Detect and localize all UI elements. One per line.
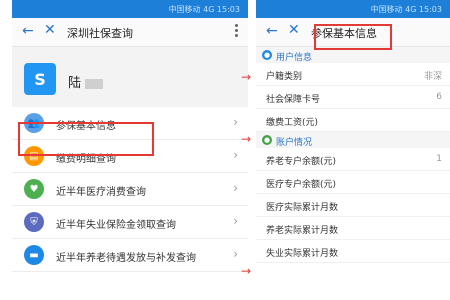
chevron-right-icon: › [233,148,238,162]
highlight-box [314,24,392,50]
row-value: 1 [436,154,442,164]
section-title: 用户信息 [276,53,313,63]
row-label: 医疗实际累计月数 [266,203,339,213]
row-label: 养老专户余额(元) [266,157,337,167]
info-row: 缴费工资(元) [256,109,450,132]
row-label: 失业实际累计月数 [266,249,339,259]
more-menu-icon[interactable] [235,24,238,38]
list-item-label: 近半年养老待遇发放与补发查询 [56,253,196,264]
row-label: 社会保障卡号 [266,95,321,105]
shield-icon: ⛨ [24,212,44,232]
row-label: 户籍类别 [266,72,303,82]
info-row: 户籍类别 非深 [256,63,450,86]
profile-header: S 陆 [12,47,248,107]
info-row: 养老实际累计月数 [256,217,450,240]
info-row: 社会保障卡号 6 [256,86,450,109]
list-item-label: 近半年医疗消费查询 [56,187,146,198]
row-value: 非深 [423,72,442,82]
close-icon[interactable]: ✕ [44,22,56,38]
chevron-right-icon: › [233,181,238,195]
highlight-box [18,122,154,156]
list-item-unemployment[interactable]: ⛨ 近半年失业保险金领取查询 › [12,206,248,239]
social-security-logo-icon: S [24,63,56,95]
user-icon: ● [262,50,272,60]
info-row: 失业实际累计月数 [256,240,450,263]
row-label: 医疗专户余额(元) [266,180,337,190]
list-item-medical-consumption[interactable]: ♥ 近半年医疗消费查询 › [12,173,248,206]
row-value: 6 [436,92,442,102]
status-bar: 中国移动 4G 15:03 [256,0,450,18]
section-account: ● 账户情况 [256,132,450,148]
chevron-right-icon: › [233,247,238,261]
info-row: 医疗专户余额(元) [256,171,450,194]
heart-icon: ♥ [24,179,44,199]
chevron-right-icon: › [233,214,238,228]
status-text: 中国移动 4G 15:03 [370,5,442,14]
chevron-right-icon: › [233,115,238,129]
redaction-block [85,78,104,89]
list-item-pension[interactable]: ▬ 近半年养老待遇发放与补发查询 › [12,239,248,272]
arrow-right-icon: → [241,132,252,146]
section-title: 账户情况 [276,138,313,148]
arrow-right-icon: → [241,264,252,278]
bus-icon: ▬ [24,245,44,265]
user-name: 陆 [68,72,104,91]
close-icon[interactable]: ✕ [288,22,300,38]
back-arrow-icon[interactable]: ← [266,23,278,39]
page-title: 深圳社保查询 [67,27,133,40]
info-row: 养老专户余额(元) 1 [256,148,450,171]
account-icon: ● [262,135,272,145]
logo-text: S [34,69,46,89]
status-text: 中国移动 4G 15:03 [168,5,240,14]
info-row: 医疗实际累计月数 [256,194,450,217]
back-arrow-icon[interactable]: ← [22,23,34,39]
status-bar: 中国移动 4G 15:03 [12,0,248,18]
user-name-text: 陆 [68,76,82,91]
row-label: 养老实际累计月数 [266,226,339,236]
list-item-label: 近半年失业保险金领取查询 [56,220,176,231]
top-bar: ← ✕ 深圳社保查询 [12,18,248,47]
row-label: 缴费工资(元) [266,118,319,128]
arrow-right-icon: → [241,70,252,84]
